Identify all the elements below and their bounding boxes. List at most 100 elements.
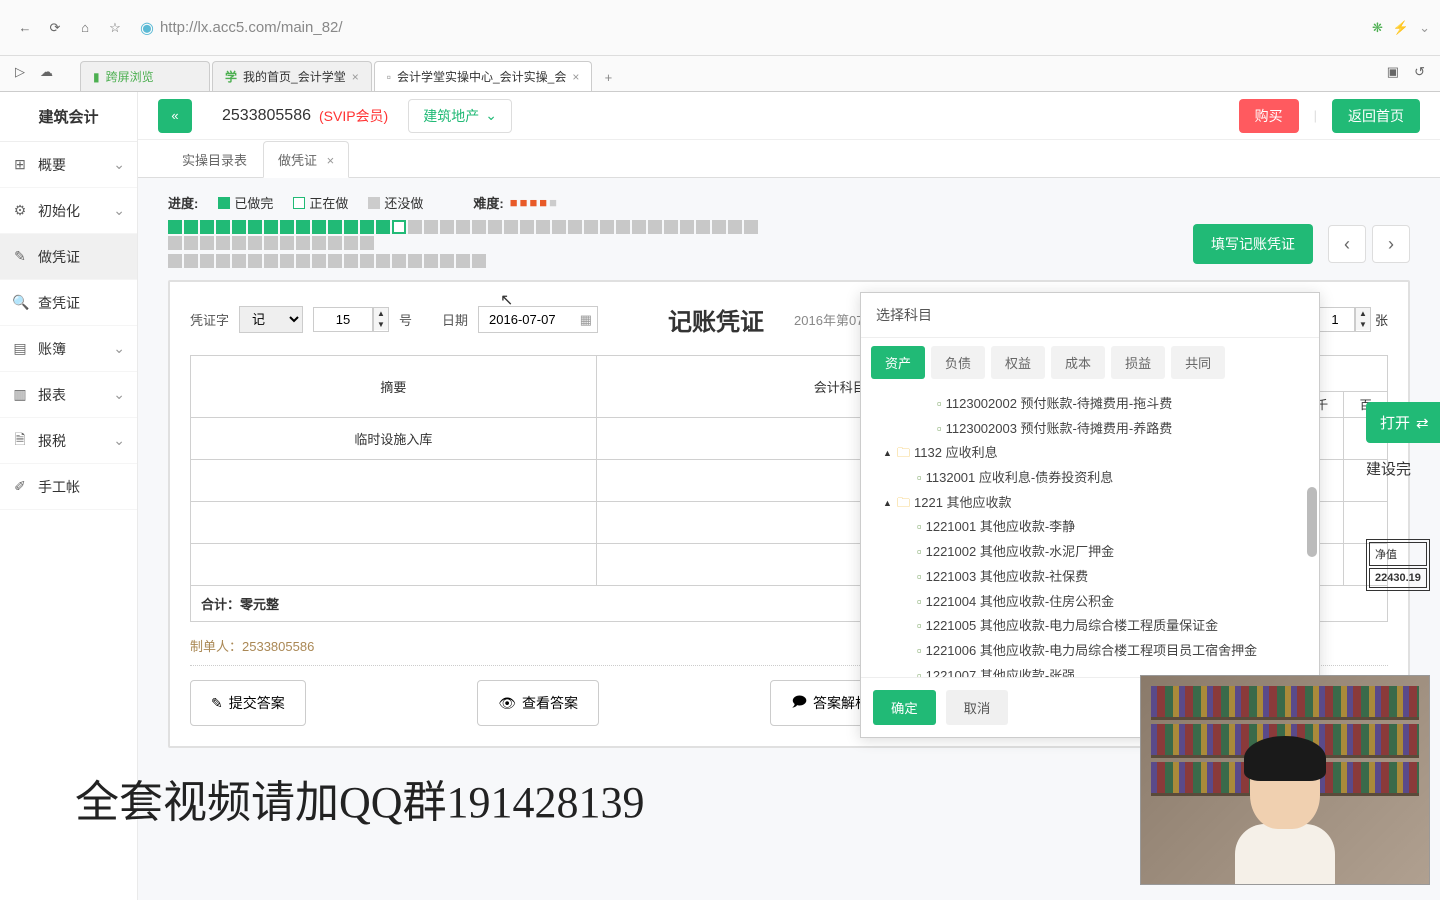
- progress-square[interactable]: [488, 220, 502, 234]
- progress-square[interactable]: [600, 220, 614, 234]
- progress-square[interactable]: [712, 220, 726, 234]
- progress-square[interactable]: [520, 220, 534, 234]
- tree-item[interactable]: ▲🗀1132 应收利息: [873, 441, 1307, 466]
- cert-num-input[interactable]: [313, 307, 373, 332]
- progress-square[interactable]: [168, 254, 182, 268]
- progress-square[interactable]: [280, 236, 294, 250]
- favorite-button[interactable]: ☆: [100, 13, 130, 43]
- progress-square[interactable]: [200, 220, 214, 234]
- progress-square[interactable]: [408, 254, 422, 268]
- sidebar-item-7[interactable]: ✐手工帐: [0, 464, 137, 510]
- scrollbar[interactable]: [1307, 487, 1317, 557]
- url-bar[interactable]: ◉ http://lx.acc5.com/main_82/: [140, 12, 1362, 44]
- collapse-button[interactable]: «: [158, 99, 192, 133]
- open-panel-button[interactable]: 打开 ⇄: [1366, 402, 1440, 443]
- sidebar-item-0[interactable]: ⊞概要⌄: [0, 142, 137, 188]
- tree-item[interactable]: ▫1123002003 预付账款-待摊费用-养路费: [873, 417, 1307, 442]
- progress-square[interactable]: [328, 236, 342, 250]
- progress-square[interactable]: [376, 254, 390, 268]
- progress-square[interactable]: [664, 220, 678, 234]
- progress-square[interactable]: [504, 220, 518, 234]
- progress-square[interactable]: [248, 254, 262, 268]
- progress-square[interactable]: [232, 236, 246, 250]
- summary-cell[interactable]: [191, 502, 597, 544]
- popup-tab-共同[interactable]: 共同: [1171, 346, 1225, 379]
- summary-cell[interactable]: 临时设施入库: [191, 418, 597, 460]
- home-button[interactable]: ⌂: [70, 13, 100, 43]
- close-icon[interactable]: ×: [352, 70, 359, 84]
- progress-square[interactable]: [280, 220, 294, 234]
- video-thumbnail[interactable]: [1140, 675, 1430, 885]
- progress-square[interactable]: [344, 236, 358, 250]
- home-button[interactable]: 返回首页: [1332, 99, 1420, 133]
- tree-item[interactable]: ▫1221001 其他应收款-李静: [873, 515, 1307, 540]
- progress-square[interactable]: [472, 220, 486, 234]
- progress-square[interactable]: [744, 220, 758, 234]
- calendar-icon[interactable]: ▦: [580, 312, 592, 328]
- progress-square[interactable]: [680, 220, 694, 234]
- ext-icon-1[interactable]: ❋: [1372, 20, 1383, 36]
- progress-square[interactable]: [312, 220, 326, 234]
- progress-square[interactable]: [296, 220, 310, 234]
- progress-square[interactable]: [728, 220, 742, 234]
- progress-square[interactable]: [280, 254, 294, 268]
- cancel-button[interactable]: 取消: [946, 690, 1009, 725]
- tree-item[interactable]: ▫1123002002 预付账款-待摊费用-拖斗费: [873, 392, 1307, 417]
- progress-square[interactable]: [616, 220, 630, 234]
- popup-tab-负债[interactable]: 负债: [931, 346, 985, 379]
- tree-item[interactable]: ▫1221002 其他应收款-水泥厂押金: [873, 540, 1307, 565]
- progress-square[interactable]: [456, 254, 470, 268]
- close-icon[interactable]: ×: [572, 70, 579, 84]
- grid-icon[interactable]: ▣: [1387, 64, 1399, 80]
- attach-num-input[interactable]: [1315, 307, 1355, 332]
- progress-square[interactable]: [408, 220, 422, 234]
- progress-square[interactable]: [168, 220, 182, 234]
- progress-square[interactable]: [216, 236, 230, 250]
- progress-square[interactable]: [440, 220, 454, 234]
- progress-square[interactable]: [232, 254, 246, 268]
- progress-square[interactable]: [232, 220, 246, 234]
- sidebar-item-3[interactable]: 🔍查凭证: [0, 280, 137, 326]
- progress-square[interactable]: [216, 254, 230, 268]
- popup-tab-成本[interactable]: 成本: [1051, 346, 1105, 379]
- view-answer-button[interactable]: 👁查看答案: [477, 680, 599, 726]
- progress-square[interactable]: [312, 254, 326, 268]
- progress-square[interactable]: [696, 220, 710, 234]
- tree-item[interactable]: ▫1221006 其他应收款-电力局综合楼工程项目员工宿舍押金: [873, 639, 1307, 664]
- progress-square[interactable]: [632, 220, 646, 234]
- progress-square[interactable]: [328, 220, 342, 234]
- progress-square[interactable]: [360, 254, 374, 268]
- subtab-voucher[interactable]: 做凭证 ×: [263, 141, 349, 178]
- ok-button[interactable]: 确定: [873, 690, 936, 725]
- progress-square[interactable]: [184, 236, 198, 250]
- submit-answer-button[interactable]: ✎提交答案: [190, 680, 306, 726]
- prev-button[interactable]: ‹: [1328, 225, 1366, 263]
- progress-square[interactable]: [264, 220, 278, 234]
- progress-square[interactable]: [568, 220, 582, 234]
- progress-square[interactable]: [440, 254, 454, 268]
- restore-icon[interactable]: ↺: [1414, 64, 1425, 80]
- summary-cell[interactable]: [191, 460, 597, 502]
- tree-item[interactable]: ▫1221003 其他应收款-社保费: [873, 565, 1307, 590]
- progress-square[interactable]: [248, 236, 262, 250]
- tree-item[interactable]: ▲🗀1221 其他应收款: [873, 491, 1307, 516]
- play-icon[interactable]: ▷: [15, 64, 25, 80]
- popup-tab-权益[interactable]: 权益: [991, 346, 1045, 379]
- progress-square[interactable]: [184, 220, 198, 234]
- tab-1[interactable]: 学 我的首页_会计学堂 ×: [212, 61, 372, 91]
- progress-square[interactable]: [296, 254, 310, 268]
- subtab-catalog[interactable]: 实操目录表: [168, 142, 261, 177]
- progress-square[interactable]: [296, 236, 310, 250]
- progress-square[interactable]: [584, 220, 598, 234]
- sidebar-item-5[interactable]: ▥报表⌄: [0, 372, 137, 418]
- progress-square[interactable]: [312, 236, 326, 250]
- progress-square[interactable]: [264, 236, 278, 250]
- tab-2[interactable]: ▫ 会计学堂实操中心_会计实操_会 ×: [374, 61, 593, 91]
- progress-square[interactable]: [424, 254, 438, 268]
- cloud-icon[interactable]: ☁: [40, 64, 53, 80]
- progress-square[interactable]: [344, 254, 358, 268]
- popup-tab-资产[interactable]: 资产: [871, 346, 925, 379]
- cert-type-select[interactable]: 记: [239, 306, 303, 333]
- buy-button[interactable]: 购买: [1239, 99, 1299, 133]
- progress-square[interactable]: [376, 220, 390, 234]
